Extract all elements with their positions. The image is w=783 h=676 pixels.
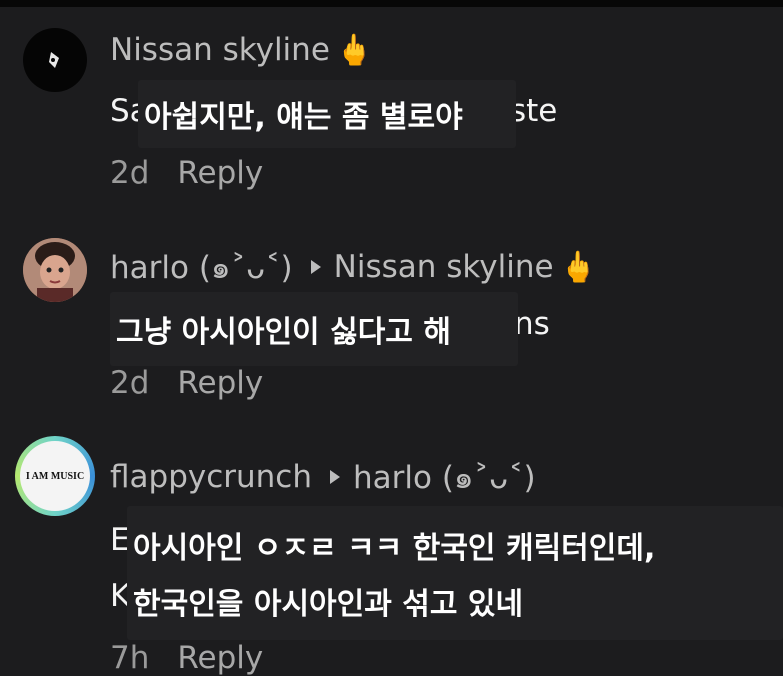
translation-overlay: 아쉽지만, 얘는 좀 별로야 xyxy=(138,80,516,148)
comment-header: flappycrunch harlo (๑˃ᴗ˂) xyxy=(110,452,536,502)
comment-text-right: ste xyxy=(510,93,557,129)
username[interactable]: flappycrunch xyxy=(110,459,312,495)
comment-meta: 7h Reply xyxy=(110,640,263,676)
timestamp: 7h xyxy=(110,640,150,676)
reply-arrow-icon xyxy=(310,260,321,274)
translation-line-1: 아시아인 ㅇㅈㄹ ㅋㅋ 한국인 캐릭터인데, xyxy=(133,531,656,566)
comment-meta: 2d Reply xyxy=(110,155,263,191)
car-logo-icon xyxy=(49,52,59,68)
reply-arrow-icon xyxy=(330,470,340,484)
reply-button[interactable]: Reply xyxy=(177,155,263,191)
avatar-logo-text: I AM MUSIC xyxy=(25,470,85,482)
reply-button[interactable]: Reply xyxy=(177,365,263,401)
username[interactable]: harlo (๑˃ᴗ˂) xyxy=(110,242,293,292)
reply-button[interactable]: Reply xyxy=(177,640,263,676)
timestamp: 2d xyxy=(110,155,150,191)
avatar[interactable] xyxy=(23,238,87,302)
reply-to-username[interactable]: harlo (๑˃ᴗ˂) xyxy=(353,452,536,502)
comment-header: harlo (๑˃ᴗ˂) Nissan skyline 🖕 xyxy=(110,242,597,292)
middle-finger-emoji: 🖕 xyxy=(335,32,374,68)
translation-line-2: 한국인을 아시아인과 섞고 있네 xyxy=(133,587,524,622)
comment-text-right: ns xyxy=(514,306,550,342)
translation-overlay: 아시아인 ㅇㅈㄹ ㅋㅋ 한국인 캐릭터인데, 한국인을 아시아인과 섞고 있네 xyxy=(127,506,783,640)
avatar[interactable] xyxy=(23,28,87,92)
comment-header: Nissan skyline 🖕 xyxy=(110,32,373,68)
comment-text-tail: ns xyxy=(514,306,550,342)
timestamp: 2d xyxy=(110,365,150,401)
avatar-inner: I AM MUSIC xyxy=(20,441,90,511)
username[interactable]: Nissan skyline xyxy=(110,32,330,68)
translation-overlay: 그냥 아시아인이 싫다고 해 xyxy=(110,292,518,366)
reply-to-username[interactable]: Nissan skyline xyxy=(334,249,554,285)
comment-text-tail: ste xyxy=(510,93,558,129)
top-bar xyxy=(0,0,783,7)
avatar[interactable]: I AM MUSIC xyxy=(15,436,95,516)
comment-meta: 2d Reply xyxy=(110,365,263,401)
translation-text: 아쉽지만, 얘는 좀 별로야 xyxy=(144,100,463,135)
avatar-portrait-icon xyxy=(23,238,87,302)
translation-text: 그냥 아시아인이 싫다고 해 xyxy=(116,315,451,350)
middle-finger-emoji: 🖕 xyxy=(559,249,597,285)
